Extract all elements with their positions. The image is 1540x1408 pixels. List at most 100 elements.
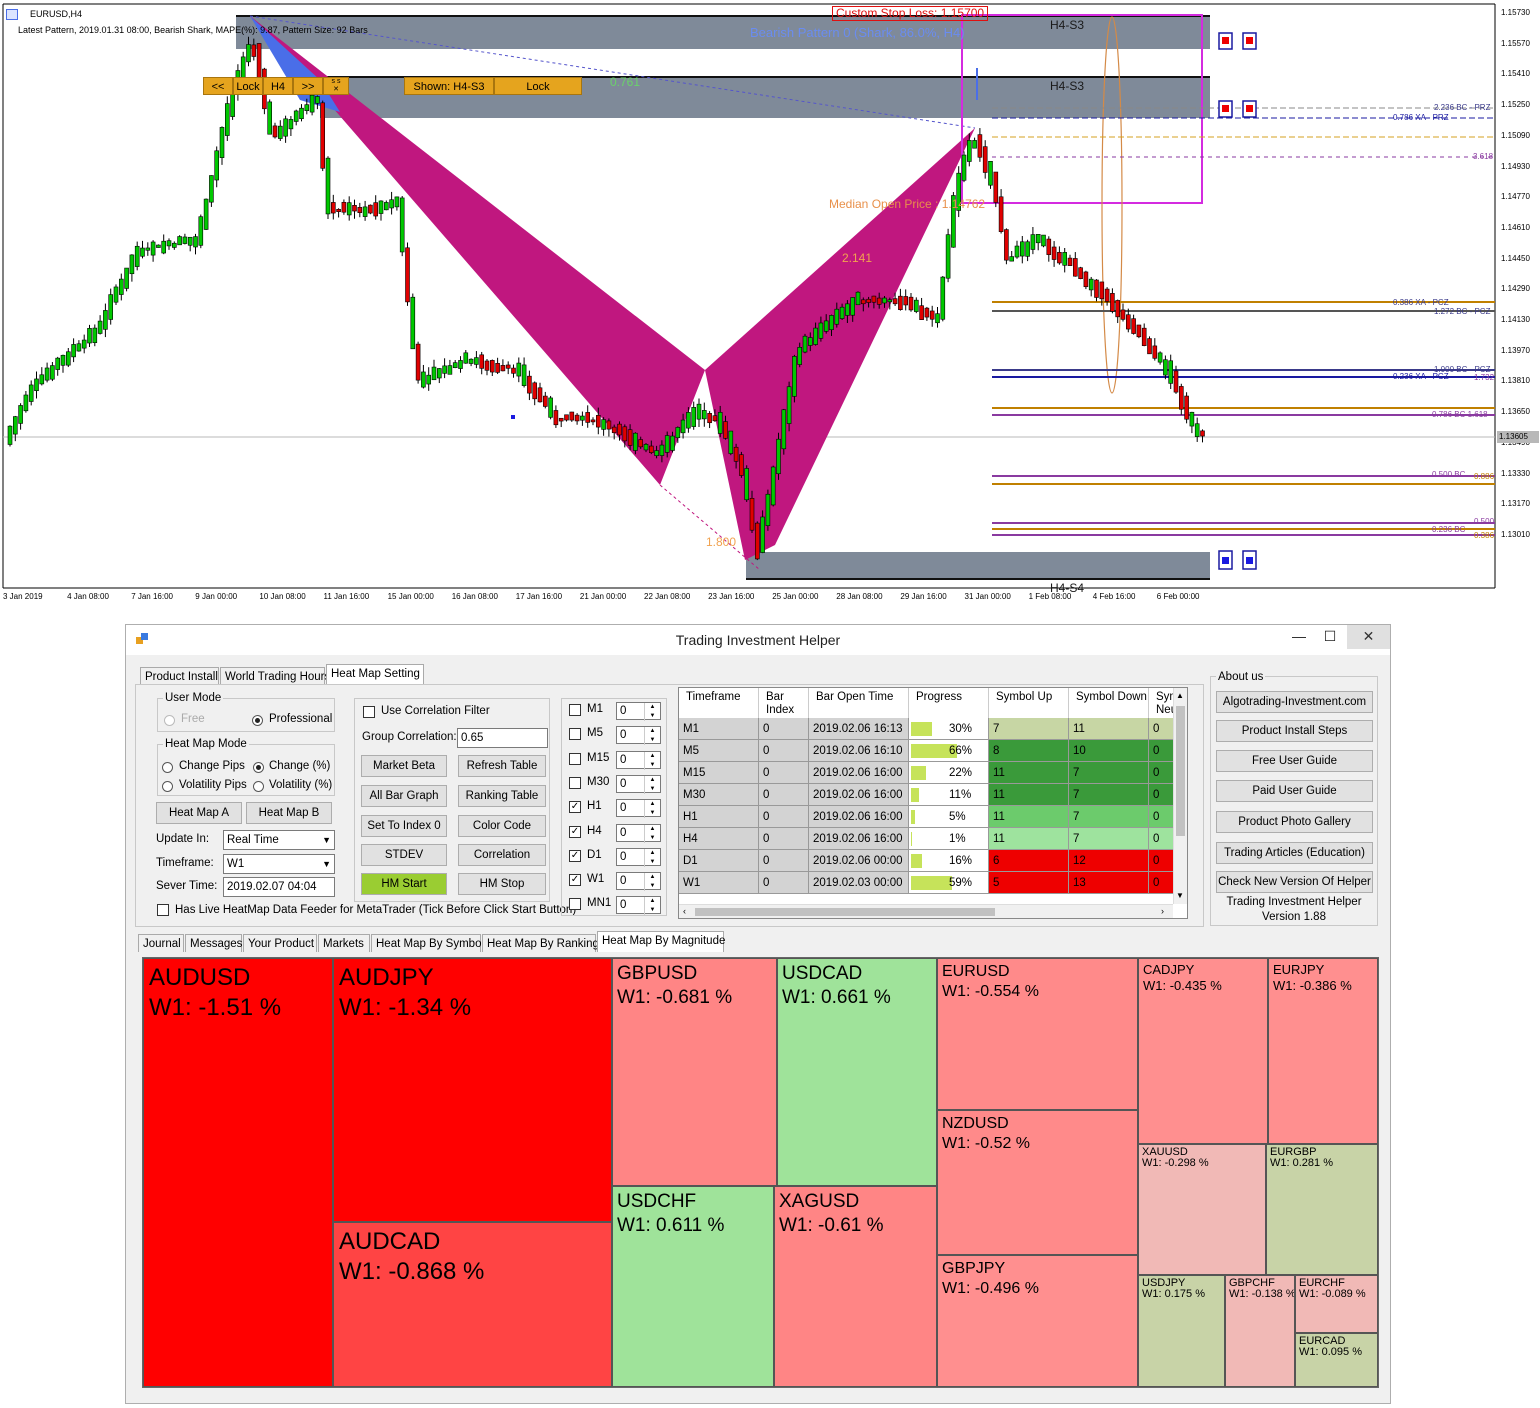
heatmap-tile-eurjpy[interactable]: EURJPY W1: -0.386 % <box>1268 958 1378 1144</box>
about-button[interactable]: Free User Guide <box>1216 750 1373 772</box>
spin-arrows-icon[interactable]: ▲ ▼ <box>644 800 660 819</box>
next-pattern-button[interactable]: >> <box>293 77 323 95</box>
bottom-tab[interactable]: Heat Map By Magnitude <box>597 931 725 952</box>
spin-arrows-icon[interactable]: ▲ ▼ <box>644 727 660 746</box>
horizontal-scrollbar[interactable]: ‹ › <box>679 904 1173 918</box>
use-correlation-filter-checkbox[interactable] <box>363 706 375 718</box>
mini-close-button[interactable]: s s ✕ <box>323 77 349 95</box>
about-button[interactable]: Paid User Guide <box>1216 780 1373 802</box>
heatmap-tile-eurgbp[interactable]: EURGBP W1: 0.281 % <box>1266 1144 1378 1275</box>
feeder-checkbox[interactable] <box>157 904 169 916</box>
bottom-tab[interactable]: Messages <box>185 934 242 952</box>
heatmap-tile-gbpusd[interactable]: GBPUSD W1: -0.681 % <box>612 958 777 1186</box>
timeframe-index-stepper[interactable]: 0 ▲ ▼ <box>616 702 661 721</box>
vertical-scrollbar[interactable]: ▲ ▼ <box>1173 688 1187 904</box>
heatmap-tile-gbpchf[interactable]: GBPCHF W1: -0.138 % <box>1225 1275 1295 1387</box>
heatmap-tile-cadjpy[interactable]: CADJPY W1: -0.435 % <box>1138 958 1268 1144</box>
about-button[interactable]: Product Install Steps <box>1216 720 1373 742</box>
timeframe-checkbox-m30[interactable] <box>569 776 581 789</box>
bottom-tab[interactable]: Heat Map By Ranking <box>482 934 599 952</box>
color-code-button[interactable]: Color Code <box>458 815 546 837</box>
heatmap-tile-xauusd[interactable]: XAUUSD W1: -0.298 % <box>1138 1144 1266 1275</box>
spin-arrows-icon[interactable]: ▲ ▼ <box>644 873 660 892</box>
heat-map-a-button[interactable]: Heat Map A <box>156 802 242 824</box>
scrollbar-thumb[interactable] <box>1176 706 1185 836</box>
heatmap-tile-usdchf[interactable]: USDCHF W1: 0.611 % <box>612 1186 774 1387</box>
about-button[interactable]: Algotrading-Investment.com <box>1216 691 1373 713</box>
price-chart[interactable]: EURUSD,H4 Latest Pattern, 2019.01.31 08:… <box>0 0 1540 612</box>
free-radio[interactable] <box>164 715 175 726</box>
heat-map-b-button[interactable]: Heat Map B <box>246 802 332 824</box>
update-in-select[interactable]: Real Time ▼ <box>223 830 335 850</box>
heatmap-tile-gbpjpy[interactable]: GBPJPY W1: -0.496 % <box>937 1255 1138 1387</box>
change-pips-radio[interactable] <box>162 762 173 773</box>
heatmap-tile-audusd[interactable]: AUDUSD W1: -1.51 % <box>143 958 333 1387</box>
heatmap-tile-xagusd[interactable]: XAGUSD W1: -0.61 % <box>774 1186 937 1387</box>
lock-timeframe-button[interactable]: Lock <box>233 77 263 95</box>
column-header[interactable]: Symbol Up <box>989 688 1069 718</box>
stdev-button[interactable]: STDEV <box>361 844 447 866</box>
column-header[interactable]: Bar Open Time <box>809 688 909 718</box>
prev-pattern-button[interactable]: << <box>203 77 233 95</box>
bottom-tab[interactable]: Heat Map By Symbol <box>371 934 484 952</box>
heatmap-tile-eurusd[interactable]: EURUSD W1: -0.554 % <box>937 958 1138 1110</box>
timeframe-checkbox-d1[interactable]: ✓ <box>569 849 581 862</box>
server-time-field[interactable]: 2019.02.07 04:04 <box>223 877 335 897</box>
timeframe-checkbox-h1[interactable]: ✓ <box>569 801 581 814</box>
about-button[interactable]: Product Photo Gallery <box>1216 811 1373 833</box>
timeframe-index-stepper[interactable]: 0 ▲ ▼ <box>616 799 661 819</box>
column-header[interactable]: Bar Index <box>759 688 809 718</box>
volatility-pct-radio[interactable] <box>253 781 264 792</box>
column-header[interactable]: Symbol Down <box>1069 688 1149 718</box>
heatmap-tile-eurcad[interactable]: EURCAD W1: 0.095 % <box>1295 1333 1378 1387</box>
spin-arrows-icon[interactable]: ▲ ▼ <box>644 848 660 867</box>
tab-heat-map-setting[interactable]: Heat Map Setting <box>326 664 424 685</box>
correlation-button[interactable]: Correlation <box>458 844 546 866</box>
timeframe-checkbox-mn1[interactable] <box>569 898 581 911</box>
maximize-icon[interactable]: ☐ <box>1313 625 1347 649</box>
timeframe-button[interactable]: H4 <box>263 77 293 95</box>
timeframe-index-stepper[interactable]: 0 ▲ ▼ <box>616 847 661 867</box>
market-beta-button[interactable]: Market Beta <box>361 755 447 777</box>
timeframe-checkbox-m5[interactable] <box>569 728 581 741</box>
timeframe-checkbox-m15[interactable] <box>569 752 581 765</box>
all-bar-graph-button[interactable]: All Bar Graph <box>361 785 447 807</box>
volatility-pips-radio[interactable] <box>162 781 173 792</box>
tab-product-install[interactable]: Product Install <box>140 667 219 685</box>
timeframe-checkbox-w1[interactable]: ✓ <box>569 874 581 887</box>
spin-arrows-icon[interactable]: ▲ ▼ <box>644 775 660 794</box>
timeframe-index-stepper[interactable]: 0 ▲ ▼ <box>616 774 661 794</box>
shown-zone-button[interactable]: Shown: H4-S3 <box>404 77 494 95</box>
about-button[interactable]: Check New Version Of Helper <box>1216 871 1373 893</box>
ranking-table-button[interactable]: Ranking Table <box>458 785 546 807</box>
professional-radio[interactable] <box>252 715 263 726</box>
lock-zone-button[interactable]: Lock <box>494 77 582 95</box>
close-icon[interactable]: ✕ <box>1347 625 1390 649</box>
tab-world-trading-hours[interactable]: World Trading Hours <box>220 667 330 685</box>
timeframe-checkbox-h4[interactable]: ✓ <box>569 825 581 838</box>
timeframe-index-stepper[interactable]: 0 ▲ ▼ <box>616 726 661 746</box>
timeframe-index-stepper[interactable]: 0 ▲ ▼ <box>616 896 661 916</box>
timeframe-select[interactable]: W1 ▼ <box>223 854 335 874</box>
column-header[interactable]: Progress <box>909 688 989 718</box>
group-correlation-field[interactable]: 0.65 <box>457 728 548 748</box>
spin-arrows-icon[interactable]: ▲ ▼ <box>644 824 660 843</box>
spin-arrows-icon[interactable]: ▲ ▼ <box>644 703 660 721</box>
hm-stop-button[interactable]: HM Stop <box>458 873 546 895</box>
hm-start-button[interactable]: HM Start <box>361 873 447 895</box>
timeframe-index-stepper[interactable]: 0 ▲ ▼ <box>616 872 661 892</box>
change-pct-radio[interactable] <box>253 762 264 773</box>
heatmap-tile-nzdusd[interactable]: NZDUSD W1: -0.52 % <box>937 1110 1138 1255</box>
timeframe-status-table[interactable]: Timeframe Bar Index Bar Open Time Progress S… <box>678 687 1188 919</box>
timeframe-index-stepper[interactable]: 0 ▲ ▼ <box>616 750 661 770</box>
heatmap-tile-audjpy[interactable]: AUDJPY W1: -1.34 % <box>333 958 612 1222</box>
about-button[interactable]: Trading Articles (Education) <box>1216 842 1373 864</box>
heatmap-tile-audcad[interactable]: AUDCAD W1: -0.868 % <box>333 1222 612 1387</box>
heatmap-tile-eurchf[interactable]: EURCHF W1: -0.089 % <box>1295 1275 1378 1333</box>
column-header[interactable]: Timeframe <box>679 688 759 718</box>
spin-arrows-icon[interactable]: ▲ ▼ <box>644 751 660 770</box>
scrollbar-thumb[interactable] <box>695 908 995 916</box>
refresh-table-button[interactable]: Refresh Table <box>458 755 546 777</box>
bottom-tab[interactable]: Journal <box>138 934 184 952</box>
bottom-tab[interactable]: Markets <box>318 934 370 952</box>
